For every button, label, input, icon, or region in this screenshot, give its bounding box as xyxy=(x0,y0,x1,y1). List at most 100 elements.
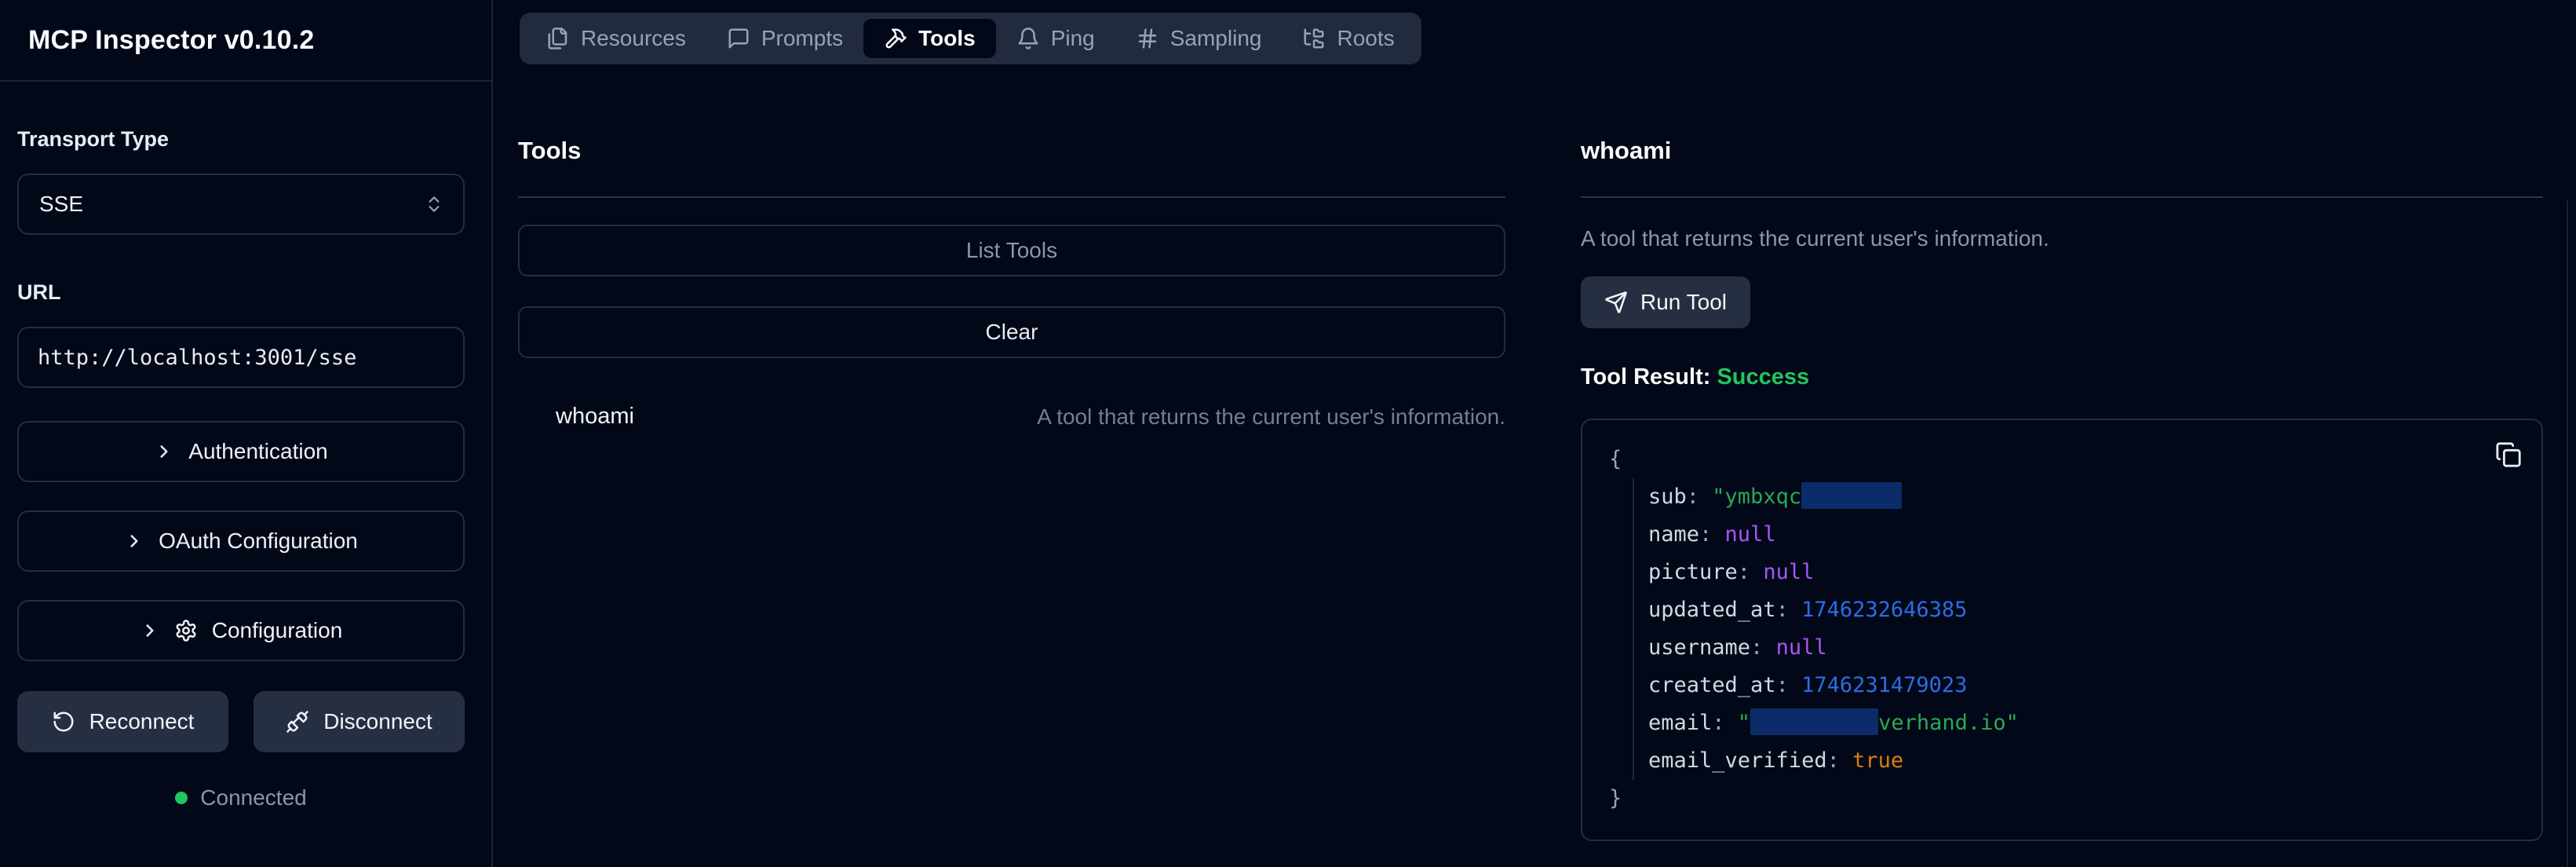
code-segment-punct: : xyxy=(1776,598,1802,622)
code-segment-number: 1746232646385 xyxy=(1801,598,1967,622)
tab-bar: Resources Prompts Tools xyxy=(520,13,1421,64)
tab-ping[interactable]: Ping xyxy=(996,19,1115,58)
clear-button[interactable]: Clear xyxy=(518,306,1505,358)
disconnect-label: Disconnect xyxy=(323,709,432,734)
configuration-label: Configuration xyxy=(212,618,343,643)
tab-tools[interactable]: Tools xyxy=(863,19,996,58)
result-code: {sub: "ymbxqcname: nullpicture: nullupda… xyxy=(1609,441,2526,818)
authentication-label: Authentication xyxy=(188,439,327,464)
code-segment-punct: : xyxy=(1699,522,1725,547)
tools-pane-heading: Tools xyxy=(518,137,1505,165)
code-segment-string: verhand.io" xyxy=(1878,711,2019,735)
code-segment-string: " xyxy=(1738,711,1750,735)
tab-ping-label: Ping xyxy=(1051,26,1095,51)
chevron-right-icon xyxy=(154,441,174,462)
authentication-toggle[interactable]: Authentication xyxy=(17,421,465,482)
tool-result-status: Success xyxy=(1717,364,1809,390)
tab-sampling[interactable]: Sampling xyxy=(1115,19,1283,58)
tool-description: A tool that returns the current user's i… xyxy=(1037,404,1505,430)
url-label: URL xyxy=(17,280,465,305)
hash-icon xyxy=(1136,27,1159,50)
code-segment-punct: } xyxy=(1609,786,1622,810)
tab-bar-wrap: Resources Prompts Tools xyxy=(493,0,2576,64)
sidebar-header: MCP Inspector v0.10.2 xyxy=(0,0,491,82)
tool-name: whoami xyxy=(556,404,634,430)
code-segment-key: created_at xyxy=(1648,673,1776,697)
code-segment-punct: : xyxy=(1687,485,1713,509)
code-segment-punct: : xyxy=(1712,711,1738,735)
connection-status: Connected xyxy=(17,785,465,810)
tool-result-line: Tool Result: Success xyxy=(1581,364,2543,390)
transport-type-label: Transport Type xyxy=(17,127,465,152)
code-segment-null: null xyxy=(1725,522,1776,547)
run-tool-label: Run Tool xyxy=(1640,290,1727,315)
content-columns: Tools List Tools Clear whoami A tool tha… xyxy=(493,64,2576,867)
tab-roots-label: Roots xyxy=(1337,26,1394,51)
code-line: email: " verhand.io" xyxy=(1633,704,2526,742)
connection-actions: Reconnect Disconnect xyxy=(17,691,465,752)
code-segment-string: "ymbxqc xyxy=(1712,485,1801,509)
code-segment-key: picture xyxy=(1648,560,1738,584)
tab-roots[interactable]: Roots xyxy=(1282,19,1414,58)
disconnect-button[interactable]: Disconnect xyxy=(254,691,465,752)
send-icon xyxy=(1604,291,1628,314)
oauth-configuration-label: OAuth Configuration xyxy=(159,529,358,554)
code-segment-key: username xyxy=(1648,635,1750,660)
redacted-value xyxy=(1750,708,1878,735)
gear-icon xyxy=(174,619,198,642)
code-segment-key: updated_at xyxy=(1648,598,1776,622)
code-segment-null: null xyxy=(1776,635,1827,660)
configuration-toggle[interactable]: Configuration xyxy=(17,600,465,661)
unplug-icon xyxy=(286,710,309,733)
copy-button[interactable] xyxy=(2491,437,2526,472)
code-line: updated_at: 1746232646385 xyxy=(1633,591,2526,629)
bell-icon xyxy=(1016,27,1040,50)
list-tools-button[interactable]: List Tools xyxy=(518,225,1505,276)
code-segment-punct: : xyxy=(1750,635,1776,660)
tab-resources-label: Resources xyxy=(581,26,686,51)
detail-pane-divider xyxy=(1581,196,2543,198)
code-segment-punct: : xyxy=(1827,748,1853,773)
reconnect-button[interactable]: Reconnect xyxy=(17,691,228,752)
code-segment-key: email_verified xyxy=(1648,748,1827,773)
code-line: sub: "ymbxqc xyxy=(1633,478,2526,516)
code-line: created_at: 1746231479023 xyxy=(1633,667,2526,704)
files-icon xyxy=(546,27,570,50)
folder-tree-icon xyxy=(1302,27,1326,50)
code-segment-key: sub xyxy=(1648,485,1687,509)
code-segment-punct: : xyxy=(1776,673,1802,697)
hammer-icon xyxy=(884,27,907,50)
redacted-value xyxy=(1801,482,1902,509)
status-text: Connected xyxy=(200,785,306,810)
tab-prompts[interactable]: Prompts xyxy=(706,19,863,58)
code-segment-key: name xyxy=(1648,522,1699,547)
detail-pane-heading: whoami xyxy=(1581,137,2543,165)
app-root: MCP Inspector v0.10.2 Transport Type SSE… xyxy=(0,0,2576,867)
tab-prompts-label: Prompts xyxy=(761,26,843,51)
code-line: } xyxy=(1609,780,2526,818)
tab-resources[interactable]: Resources xyxy=(526,19,706,58)
tab-tools-label: Tools xyxy=(918,26,976,51)
tool-list-item-whoami[interactable]: whoami A tool that returns the current u… xyxy=(518,399,1505,434)
tool-result-label: Tool Result: xyxy=(1581,364,1710,390)
code-segment-key: email xyxy=(1648,711,1712,735)
tools-list-pane: Tools List Tools Clear whoami A tool tha… xyxy=(493,64,1543,867)
scroll-edge-line xyxy=(2567,200,2568,867)
code-segment-bool: true xyxy=(1852,748,1903,773)
code-line: username: null xyxy=(1633,629,2526,667)
chevrons-up-down-icon xyxy=(424,194,444,214)
result-json-block: {sub: "ymbxqcname: nullpicture: nullupda… xyxy=(1581,419,2543,841)
oauth-configuration-toggle[interactable]: OAuth Configuration xyxy=(17,510,465,572)
main-area: Resources Prompts Tools xyxy=(493,0,2576,867)
url-input[interactable] xyxy=(17,327,465,388)
detail-description: A tool that returns the current user's i… xyxy=(1581,226,2543,251)
transport-select[interactable]: SSE xyxy=(17,174,465,235)
reconnect-label: Reconnect xyxy=(89,709,195,734)
rotate-ccw-icon xyxy=(52,710,75,733)
code-line: picture: null xyxy=(1633,554,2526,591)
code-line: name: null xyxy=(1633,516,2526,554)
status-dot xyxy=(175,792,188,804)
run-tool-button[interactable]: Run Tool xyxy=(1581,276,1750,328)
message-square-icon xyxy=(727,27,750,50)
tools-pane-divider xyxy=(518,196,1505,198)
